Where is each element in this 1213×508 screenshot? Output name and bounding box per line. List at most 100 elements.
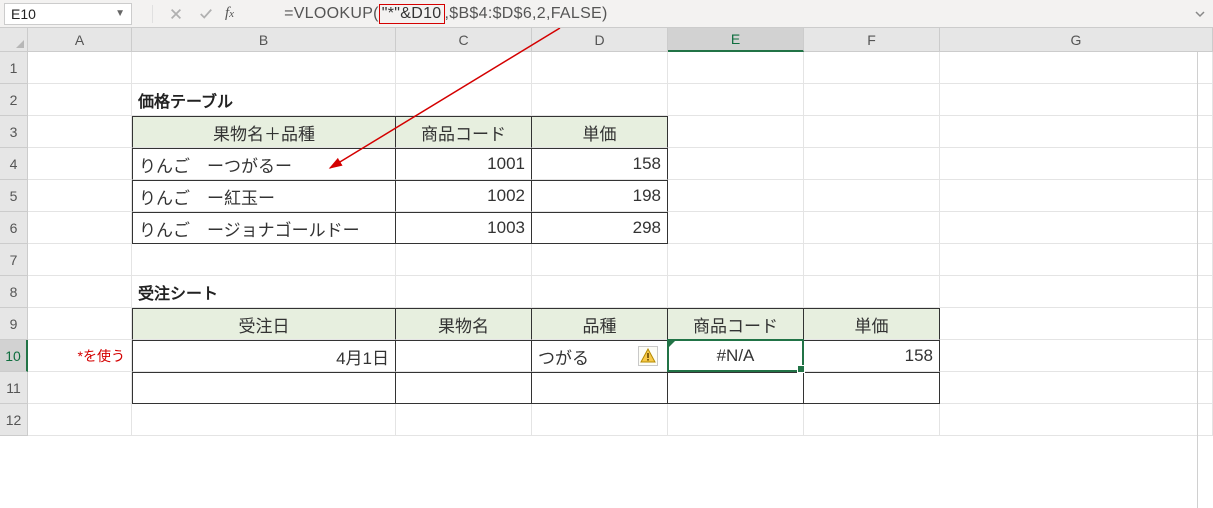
enter-formula-button[interactable] <box>193 3 219 25</box>
cell-E7[interactable] <box>668 244 804 276</box>
cell-G4[interactable] <box>940 148 1213 180</box>
cell-G2[interactable] <box>940 84 1213 116</box>
cell-C11[interactable] <box>396 372 532 404</box>
cell-C1[interactable] <box>396 52 532 84</box>
cell-A3[interactable] <box>28 116 132 148</box>
cell-A12[interactable] <box>28 404 132 436</box>
cell-C2[interactable] <box>396 84 532 116</box>
select-all-corner[interactable] <box>0 28 28 52</box>
cell-G10[interactable] <box>940 340 1213 372</box>
cell-F7[interactable] <box>804 244 940 276</box>
cell-B10[interactable]: 4月1日 <box>132 340 396 372</box>
cell-D11[interactable] <box>532 372 668 404</box>
cell-B12[interactable] <box>132 404 396 436</box>
row-header-12[interactable]: 12 <box>0 404 28 436</box>
cell-F2[interactable] <box>804 84 940 116</box>
cell-E10[interactable]: #N/A <box>668 340 804 372</box>
cell-D1[interactable] <box>532 52 668 84</box>
cell-A10[interactable]: *を使う <box>28 340 132 372</box>
cell-A9[interactable] <box>28 308 132 340</box>
cell-F10[interactable]: 158 <box>804 340 940 372</box>
cell-C3[interactable]: 商品コード <box>396 116 532 148</box>
cell-B3[interactable]: 果物名＋品種 <box>132 116 396 148</box>
cell-B2[interactable]: 価格テーブル <box>132 84 396 116</box>
cell-B4[interactable]: りんご ーつがるー <box>132 148 396 180</box>
name-box[interactable]: E10 ▼ <box>4 3 132 25</box>
cell-A11[interactable] <box>28 372 132 404</box>
expand-formula-bar-button[interactable] <box>1191 0 1209 27</box>
cell-A6[interactable] <box>28 212 132 244</box>
cell-B5[interactable]: りんご ー紅玉ー <box>132 180 396 212</box>
column-header-F[interactable]: F <box>804 28 940 52</box>
cell-C5[interactable]: 1002 <box>396 180 532 212</box>
cell-A2[interactable] <box>28 84 132 116</box>
cell-B7[interactable] <box>132 244 396 276</box>
cell-C10[interactable] <box>396 340 532 372</box>
cell-A8[interactable] <box>28 276 132 308</box>
cell-F4[interactable] <box>804 148 940 180</box>
cell-G8[interactable] <box>940 276 1213 308</box>
row-header-5[interactable]: 5 <box>0 180 28 212</box>
cell-C12[interactable] <box>396 404 532 436</box>
cell-E11[interactable] <box>668 372 804 404</box>
cell-D3[interactable]: 単価 <box>532 116 668 148</box>
cell-E5[interactable] <box>668 180 804 212</box>
cell-D8[interactable] <box>532 276 668 308</box>
cell-G9[interactable] <box>940 308 1213 340</box>
cell-E8[interactable] <box>668 276 804 308</box>
cell-D12[interactable] <box>532 404 668 436</box>
cell-C4[interactable]: 1001 <box>396 148 532 180</box>
column-header-D[interactable]: D <box>532 28 668 52</box>
cell-D4[interactable]: 158 <box>532 148 668 180</box>
cell-F11[interactable] <box>804 372 940 404</box>
cell-B1[interactable] <box>132 52 396 84</box>
chevron-down-icon[interactable]: ▼ <box>115 8 125 19</box>
row-header-3[interactable]: 3 <box>0 116 28 148</box>
cell-E1[interactable] <box>668 52 804 84</box>
cell-E6[interactable] <box>668 212 804 244</box>
fx-icon[interactable]: fx <box>225 5 234 22</box>
column-header-E[interactable]: E <box>668 28 804 52</box>
cell-A4[interactable] <box>28 148 132 180</box>
cell-F9[interactable]: 単価 <box>804 308 940 340</box>
cell-G3[interactable] <box>940 116 1213 148</box>
cell-A7[interactable] <box>28 244 132 276</box>
cell-F3[interactable] <box>804 116 940 148</box>
cell-F6[interactable] <box>804 212 940 244</box>
row-header-8[interactable]: 8 <box>0 276 28 308</box>
cell-G11[interactable] <box>940 372 1213 404</box>
cell-D7[interactable] <box>532 244 668 276</box>
cell-A1[interactable] <box>28 52 132 84</box>
cell-B11[interactable] <box>132 372 396 404</box>
cell-G1[interactable] <box>940 52 1213 84</box>
row-header-10[interactable]: 10 <box>0 340 28 372</box>
cell-E2[interactable] <box>668 84 804 116</box>
cell-D6[interactable]: 298 <box>532 212 668 244</box>
row-header-4[interactable]: 4 <box>0 148 28 180</box>
cell-F12[interactable] <box>804 404 940 436</box>
cell-C7[interactable] <box>396 244 532 276</box>
column-header-G[interactable]: G <box>940 28 1213 52</box>
cell-B6[interactable]: りんご ージョナゴールドー <box>132 212 396 244</box>
cell-C6[interactable]: 1003 <box>396 212 532 244</box>
cell-D5[interactable]: 198 <box>532 180 668 212</box>
cell-G6[interactable] <box>940 212 1213 244</box>
row-header-9[interactable]: 9 <box>0 308 28 340</box>
row-header-11[interactable]: 11 <box>0 372 28 404</box>
cell-F1[interactable] <box>804 52 940 84</box>
cell-G7[interactable] <box>940 244 1213 276</box>
row-header-6[interactable]: 6 <box>0 212 28 244</box>
cell-B9[interactable]: 受注日 <box>132 308 396 340</box>
cell-D2[interactable] <box>532 84 668 116</box>
formula-input[interactable]: =VLOOKUP("*"&D10,$B$4:$D$6,2,FALSE) <box>244 3 1187 25</box>
cell-E4[interactable] <box>668 148 804 180</box>
cell-E3[interactable] <box>668 116 804 148</box>
cell-E12[interactable] <box>668 404 804 436</box>
row-header-1[interactable]: 1 <box>0 52 28 84</box>
cell-G5[interactable] <box>940 180 1213 212</box>
row-header-2[interactable]: 2 <box>0 84 28 116</box>
cell-E9[interactable]: 商品コード <box>668 308 804 340</box>
cell-D9[interactable]: 品種 <box>532 308 668 340</box>
cell-G12[interactable] <box>940 404 1213 436</box>
cell-F8[interactable] <box>804 276 940 308</box>
